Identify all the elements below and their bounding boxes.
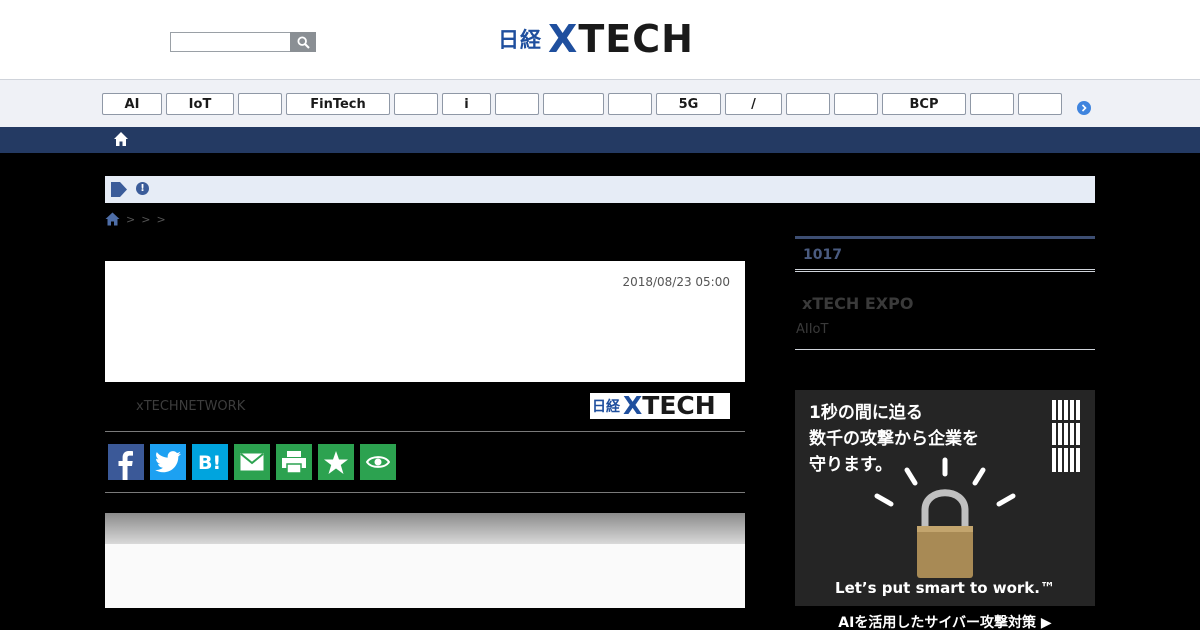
topic-tag[interactable]	[1018, 93, 1062, 115]
facebook-share-button[interactable]	[108, 444, 144, 480]
home-icon[interactable]	[105, 212, 120, 226]
padlock-icon	[874, 457, 1016, 578]
source-logo[interactable]: 日経 XTECH	[590, 393, 730, 419]
topic-tag[interactable]	[394, 93, 438, 115]
play-icon	[111, 182, 127, 197]
favorite-button[interactable]	[318, 444, 354, 480]
topic-tag[interactable]	[608, 93, 652, 115]
share-bar: B!	[105, 432, 745, 493]
home-icon[interactable]	[113, 131, 129, 147]
alert-icon: !	[136, 182, 149, 195]
mail-icon	[240, 453, 264, 471]
hatena-share-button[interactable]: B!	[192, 444, 228, 480]
main-nav-bar	[0, 127, 1200, 153]
hatena-bookmark-icon: B!	[198, 452, 221, 473]
topic-tag[interactable]	[495, 93, 539, 115]
article-header: 2018/08/23 05:00	[105, 261, 745, 382]
eye-icon	[366, 456, 390, 468]
facebook-icon	[118, 451, 133, 480]
topic-tag[interactable]: IoT	[166, 93, 234, 115]
breadcrumb-separator: >	[156, 212, 166, 226]
notice-bar[interactable]: !	[105, 176, 1095, 203]
ibm-ad-banner[interactable]: 1秒の間に迫る 数千の攻撃から企業を 守ります。 Let’s put smart…	[795, 390, 1095, 606]
topic-tag[interactable]	[834, 93, 878, 115]
breadcrumb-separator: >	[126, 212, 136, 226]
topic-tag[interactable]	[786, 93, 830, 115]
logo-xtech-text: XTECH	[548, 17, 694, 61]
svg-text:B!: B!	[198, 452, 221, 473]
author-name: xTECHNETWORK	[136, 399, 246, 414]
ranking-header[interactable]: 1017	[795, 236, 1095, 272]
printer-icon	[282, 451, 306, 473]
chevron-right-icon	[1081, 104, 1087, 112]
topic-tag[interactable]: FinTech	[286, 93, 390, 115]
source-logo-nikkei: 日経	[592, 399, 620, 415]
topic-tag[interactable]: /	[725, 93, 782, 115]
topic-tag[interactable]	[970, 93, 1014, 115]
publish-date: 2018/08/23 05:00	[622, 275, 730, 289]
mail-share-button[interactable]	[234, 444, 270, 480]
search-box	[170, 32, 316, 52]
topic-tag[interactable]: BCP	[882, 93, 966, 115]
article-body	[105, 513, 745, 608]
topic-tag[interactable]	[543, 93, 604, 115]
search-input[interactable]	[170, 32, 290, 52]
topic-tag[interactable]: i	[442, 93, 491, 115]
article-body-fade	[105, 513, 745, 544]
topic-tag[interactable]	[238, 93, 282, 115]
topic-tag[interactable]: 5G	[656, 93, 721, 115]
watch-button[interactable]	[360, 444, 396, 480]
article-byline: xTECHNETWORK 日経 XTECH	[105, 383, 745, 432]
site-logo[interactable]: 日経 XTECH	[498, 20, 694, 58]
search-icon	[296, 35, 310, 49]
expo-title: xTECH EXPO	[802, 294, 914, 313]
twitter-icon	[155, 451, 181, 473]
twitter-share-button[interactable]	[150, 444, 186, 480]
topic-tag[interactable]: AI	[102, 93, 162, 115]
ad-tagline: Let’s put smart to work.™	[835, 579, 1055, 597]
star-icon	[324, 450, 348, 474]
ranking-label: 1017	[803, 247, 842, 263]
logo-nikkei-text: 日経	[498, 28, 542, 52]
search-button[interactable]	[290, 32, 316, 52]
breadcrumb: > > >	[105, 211, 166, 227]
ad-caption-link[interactable]: AIを活用したサイバー攻撃対策 ▶	[795, 612, 1095, 630]
tag-scroll-next-button[interactable]	[1077, 101, 1091, 115]
expo-promo[interactable]: xTECH EXPO AIIoT	[795, 280, 1095, 350]
breadcrumb-separator: >	[141, 212, 151, 226]
site-header: 日経 XTECH	[0, 0, 1200, 80]
source-logo-xtech: XTECH	[623, 391, 716, 420]
expo-subtitle: AIIoT	[796, 322, 829, 337]
topic-tag-bar: AI IoT FinTech i 5G / BCP	[0, 80, 1200, 127]
print-button[interactable]	[276, 444, 312, 480]
